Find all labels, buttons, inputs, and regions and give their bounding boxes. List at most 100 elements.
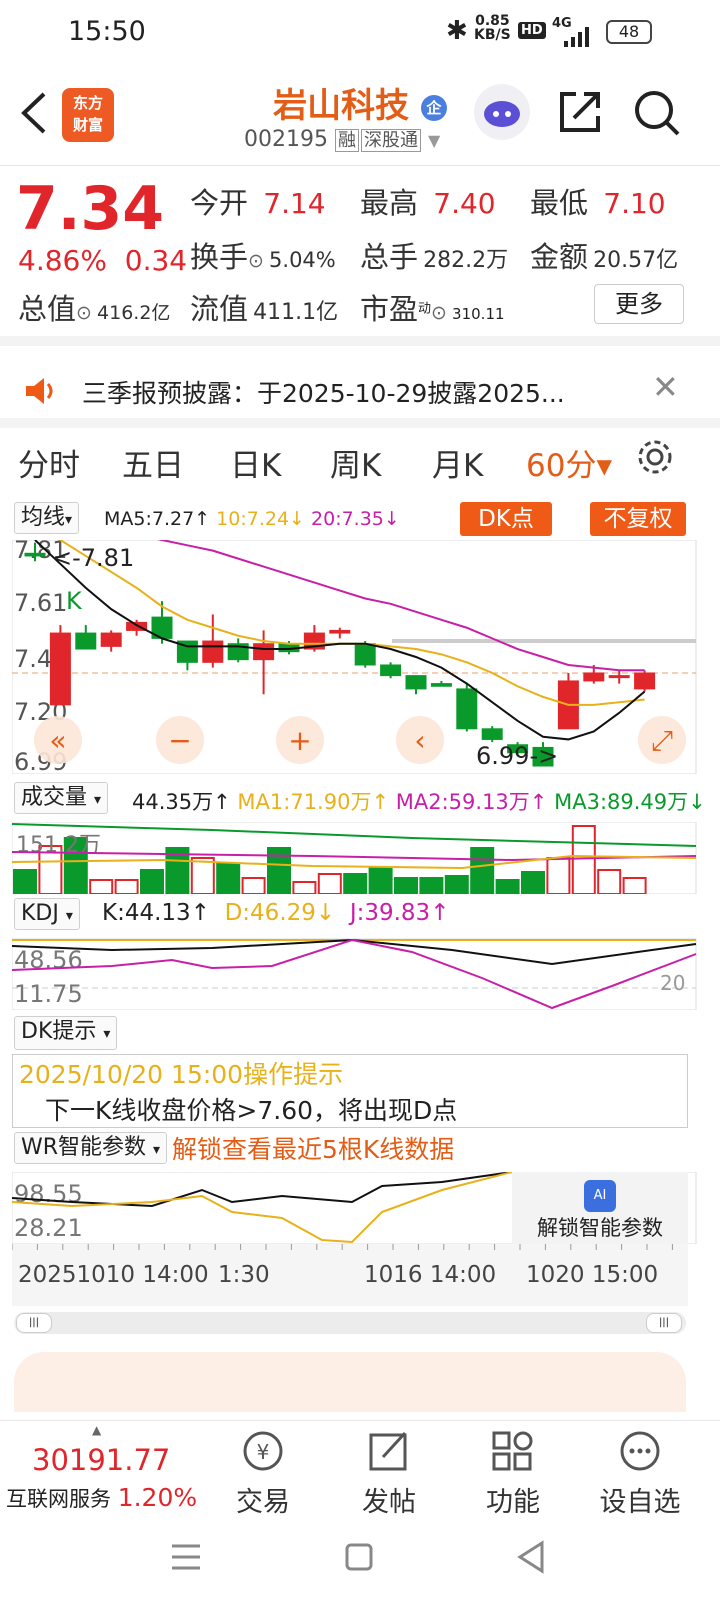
mcap-item: 总值⊙ 416.2亿: [18, 286, 170, 328]
unlock-smart-button[interactable]: AI 解锁智能参数: [512, 1172, 688, 1244]
turnover-value: 5.04%: [269, 248, 336, 272]
add-watchlist-button[interactable]: 设自选: [590, 1429, 690, 1519]
volume-bar: [140, 869, 164, 894]
chart-control-icon: ⤢: [651, 724, 673, 757]
ma20-value: 20:7.35: [311, 508, 384, 530]
candle: [456, 688, 478, 730]
kdj-j: J:39.83: [349, 900, 431, 926]
status-time: 15:50: [68, 16, 146, 47]
volume-chart[interactable]: 151.2万: [12, 822, 708, 894]
candle: [583, 672, 605, 682]
connect-tag: 深股通: [360, 129, 421, 152]
ai-robot-icon[interactable]: [474, 84, 530, 140]
kdj-k: K:44.13: [102, 900, 191, 926]
low-marker: 6.99->: [476, 742, 558, 770]
x-label-4: 1020 15:00: [526, 1262, 659, 1288]
post-button[interactable]: 发帖: [346, 1429, 432, 1519]
volume-value: 282.2万: [423, 248, 509, 273]
volume-bar: [89, 879, 114, 894]
current-price: 7.34: [16, 174, 165, 244]
promo-banner[interactable]: [14, 1352, 686, 1412]
candle: [49, 632, 71, 706]
kdj-select[interactable]: KDJ ▾: [14, 898, 80, 930]
volume-bar: [419, 877, 444, 894]
volume-bar: [190, 857, 215, 894]
expand-icon[interactable]: ▲: [92, 1423, 101, 1437]
amount-item: 金额 20.57亿: [530, 240, 679, 274]
trade-button[interactable]: ¥ 交易: [220, 1429, 306, 1519]
search-button[interactable]: [632, 88, 682, 142]
mcap-label: 总值: [18, 292, 77, 326]
status-bar: 15:50 ✱ 0.85 KB/S HD 4G 48: [0, 0, 720, 66]
kdj-chart[interactable]: 48.5611.75 20: [12, 938, 708, 1010]
volume-bar: [571, 825, 596, 894]
notice-bar[interactable]: 三季报预披露：于2025-10-29披露2025... ✕: [0, 356, 720, 428]
chart-scrollbar[interactable]: ||| |||: [14, 1312, 686, 1334]
close-icon[interactable]: ✕: [652, 368, 679, 406]
sector-name: 互联网服务: [6, 1487, 111, 1511]
nav-back-icon[interactable]: [516, 1540, 546, 1574]
system-navbar: [0, 1520, 720, 1612]
volume-bar: [394, 877, 418, 894]
candle: [481, 728, 503, 740]
volume-legend: 44.35万↑ MA1:71.90万↑ MA2:59.13万↑ MA3:89.4…: [132, 790, 706, 814]
menu-icon[interactable]: [170, 1542, 202, 1572]
dk-hint-select[interactable]: DK提示 ▾: [14, 1016, 118, 1050]
sector-line[interactable]: 互联网服务 1.20%: [6, 1483, 197, 1513]
more-dots-icon: [620, 1431, 660, 1471]
stock-name: 岩山科技: [273, 86, 410, 126]
scroll-handle-right[interactable]: |||: [646, 1313, 682, 1333]
pe-value: 310.11: [452, 305, 505, 323]
info-icon: ⊙: [431, 302, 447, 324]
tab-1[interactable]: 五日: [122, 440, 184, 485]
high-item: 最高 7.40: [360, 186, 496, 220]
ma-select[interactable]: 均线▾: [14, 502, 80, 534]
quote-panel: 7.34 4.86% 0.34 总值⊙ 416.2亿 今开 7.14 最高 7.…: [0, 166, 720, 346]
tab-5[interactable]: 60分▾: [526, 440, 612, 485]
kline-chart[interactable]: 7.817.617.407.206.99<-7.81K6.99->« − + ‹ ⤢: [12, 540, 708, 774]
wr-select[interactable]: WR智能参数 ▾: [14, 1132, 168, 1164]
candle: [75, 632, 97, 650]
more-button[interactable]: 更多: [594, 284, 684, 324]
candle: [430, 683, 452, 687]
dk-point-button[interactable]: DK点: [460, 502, 552, 536]
candle: [329, 629, 351, 634]
tab-4[interactable]: 月K: [432, 440, 483, 485]
stock-code: 002195: [244, 127, 328, 152]
low-item: 最低 7.10: [530, 186, 666, 220]
tab-2[interactable]: 日K: [230, 440, 281, 485]
chart-control-icon: +: [288, 724, 311, 757]
scroll-handle-left[interactable]: |||: [16, 1313, 52, 1333]
trade-icon: ¥: [243, 1431, 283, 1471]
change-amount: 0.34: [124, 244, 188, 277]
volume-select[interactable]: 成交量 ▾: [14, 782, 109, 814]
info-icon: ⊙: [76, 302, 92, 324]
function-button[interactable]: 功能: [470, 1429, 556, 1519]
change-pct: 4.86%: [18, 244, 107, 277]
tab-3[interactable]: 周K: [330, 440, 381, 485]
index-value[interactable]: 30191.77: [32, 1443, 170, 1477]
wr-unlock-link[interactable]: 解锁查看最近5根K线数据: [172, 1130, 454, 1166]
settings-button[interactable]: [634, 436, 676, 482]
x-label-2: 1:30: [218, 1262, 270, 1288]
notice-text: 三季报预披露：于2025-10-29披露2025...: [82, 379, 565, 408]
stock-code-line[interactable]: 002195 融深股通 ▼: [244, 126, 440, 152]
share-button[interactable]: [556, 88, 604, 140]
chart-control-icon: «: [49, 724, 66, 757]
hd-icon: HD: [518, 22, 546, 39]
volume-bar: [597, 869, 622, 894]
k-marker: K: [66, 587, 83, 615]
bluetooth-icon: ✱: [446, 16, 468, 46]
home-icon[interactable]: [344, 1542, 374, 1572]
wr-y-label-2: 28.21: [14, 1214, 83, 1242]
mcap-value: 416.2亿: [97, 302, 171, 324]
network-speed: 0.85 KB/S: [474, 13, 511, 43]
pe-item: 市盈动⊙ 310.11: [360, 292, 505, 326]
dk-hint-time: 2025/10/20 15:00操作提示: [19, 1060, 344, 1089]
volume-bar: [343, 873, 368, 894]
candle: [24, 552, 46, 557]
adjust-button[interactable]: 不复权: [590, 502, 686, 536]
candle: [380, 664, 402, 677]
volume-bar: [470, 847, 495, 894]
tab-0[interactable]: 分时: [18, 440, 80, 485]
